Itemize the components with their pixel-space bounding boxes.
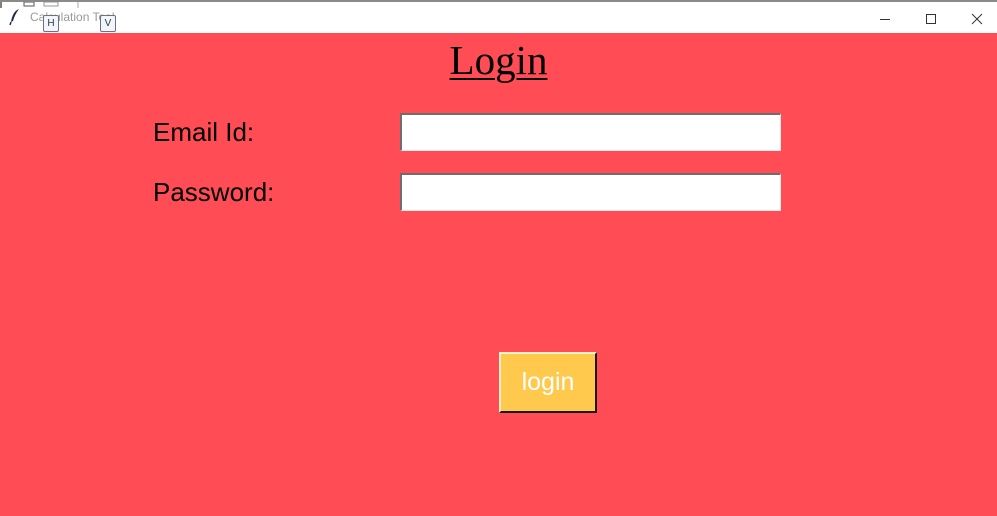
key-hint-badge: H: [43, 15, 59, 32]
minimize-icon: [880, 18, 890, 20]
login-button[interactable]: login: [499, 352, 597, 413]
password-label: Password:: [153, 177, 275, 207]
feather-icon: [9, 9, 19, 26]
maximize-button[interactable]: [908, 4, 954, 33]
minimize-button[interactable]: [862, 4, 908, 33]
email-label: Email Id:: [153, 117, 255, 147]
window-titlebar[interactable]: Calculation Tool H V: [0, 0, 997, 33]
password-field[interactable]: [400, 173, 781, 211]
email-field[interactable]: [400, 113, 781, 151]
close-icon: [971, 13, 983, 24]
close-button[interactable]: [954, 4, 997, 33]
key-hint-badge: V: [100, 15, 116, 32]
page-title: Login: [449, 37, 548, 83]
maximize-icon: [926, 13, 936, 24]
